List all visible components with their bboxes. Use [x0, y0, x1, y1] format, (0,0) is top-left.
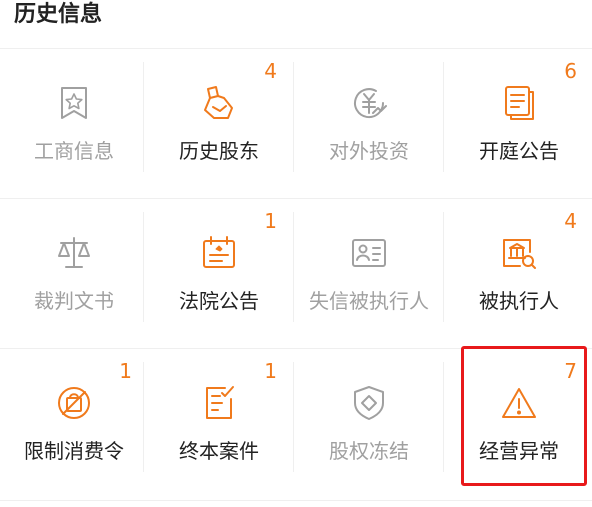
highlight-box [461, 346, 587, 486]
grid-item-outbound-investment[interactable]: 对外投资 [295, 50, 443, 200]
divider [293, 362, 294, 472]
grid-item-label: 开庭公告 [479, 139, 559, 163]
grid-item-label: 终本案件 [179, 439, 259, 463]
grid-item-court-notice[interactable]: 法院公告 1 [145, 200, 293, 350]
id-card-icon [352, 239, 386, 267]
grid-item-court-hearing[interactable]: 开庭公告 6 [445, 50, 592, 200]
grid-item-enforced-person[interactable]: 被执行人 4 [445, 200, 592, 350]
grid-item-dishonest-debtor[interactable]: 失信被执行人 [295, 200, 443, 350]
grid-item-label: 限制消费令 [24, 439, 124, 463]
grid-item-label: 股权冻结 [329, 439, 409, 463]
divider [443, 212, 444, 322]
document-check-icon [206, 386, 234, 419]
count-badge: 6 [564, 59, 577, 83]
grid-item-label: 被执行人 [479, 289, 559, 313]
divider [293, 212, 294, 322]
divider [443, 62, 444, 172]
court-notice-icon [203, 236, 235, 268]
grid-item-consumption-restriction[interactable]: 限制消费令 1 [0, 350, 148, 500]
count-badge: 1 [264, 359, 277, 383]
grid-item-judgment-documents[interactable]: 裁判文书 [0, 200, 148, 350]
grid-item-equity-freeze[interactable]: 股权冻结 [295, 350, 443, 500]
grid-item-history-shareholders[interactable]: 历史股东 4 [145, 50, 293, 200]
grid-item-business-info[interactable]: 工商信息 [0, 50, 148, 200]
count-badge: 4 [264, 59, 277, 83]
divider [0, 500, 592, 501]
grid-item-label: 失信被执行人 [309, 289, 429, 313]
investment-icon [354, 88, 387, 119]
document-stack-icon [505, 86, 534, 120]
grid-item-label: 裁判文书 [34, 289, 114, 313]
section-title: 历史信息 [14, 2, 103, 27]
divider [443, 362, 444, 472]
no-shopping-icon [58, 387, 90, 419]
grid-item-label: 对外投资 [329, 139, 409, 163]
bookmark-star-icon [61, 87, 87, 119]
count-badge: 1 [119, 359, 132, 383]
count-badge: 4 [564, 209, 577, 233]
bank-search-icon [503, 239, 536, 269]
shareholder-icon [204, 86, 233, 119]
grid-item-terminated-cases[interactable]: 终本案件 1 [145, 350, 293, 500]
scales-icon [58, 237, 90, 268]
grid-item-label: 工商信息 [34, 139, 114, 163]
grid-item-label: 法院公告 [179, 289, 259, 313]
shield-diamond-icon [354, 386, 384, 420]
grid-item-label: 历史股东 [179, 139, 259, 163]
divider [0, 48, 592, 49]
count-badge: 1 [264, 209, 277, 233]
divider [293, 62, 294, 172]
